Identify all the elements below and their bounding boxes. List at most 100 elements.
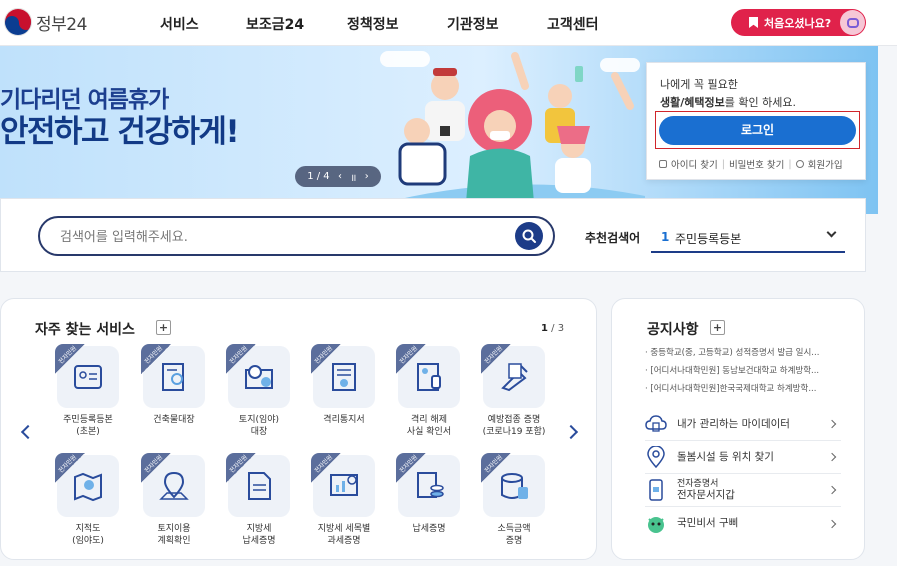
search-panel: 추천검색어 1 주민등록등본 [0,198,866,272]
chevron-right-icon [827,519,837,528]
mydata-cloud-icon [645,413,667,435]
service-label: 소득금액 증명 [497,524,531,546]
service-item[interactable]: 전자민원격리 해제 사실 확인서 [387,344,471,438]
notice-item[interactable]: 중등학교(중, 고등학교) 성적증명서 발급 일시... [645,346,841,358]
notice-item[interactable]: [어디서나대학민원]한국국제대학교 하계방학... [645,382,841,394]
frequent-services-more-button[interactable]: + [156,320,171,335]
recommend-dropdown[interactable]: 1 주민등록등본 [651,221,845,253]
service-item[interactable]: 전자민원지적도 (임야도) [46,453,130,547]
bookmark-icon [749,17,758,28]
search-icon [522,229,536,243]
service-item[interactable]: 전자민원지방세 납세증명 [217,453,301,547]
banner-pause-button[interactable]: ॥ [350,170,356,184]
service-label: 건축물대장 [153,415,195,425]
nav-item-subsidy24[interactable]: 보조금24 [246,14,304,34]
care-facility-link-label: 돌봄시설 등 위치 찾기 [677,450,774,463]
login-box: 나에게 꼭 필요한 생활/혜택정보를 확인 하세요. 로그인 아이디 찾기 | … [646,62,866,180]
login-links: 아이디 찾기 | 비밀번호 찾기 | 회원가입 [659,157,859,171]
mydata-link-label: 내가 관리하는 마이데이터 [677,417,790,430]
service-label: 지방세 납세증명 [242,524,276,546]
e-wallet-link[interactable]: 전자증명서 전자문서지갑 [645,474,841,507]
service-item[interactable]: 전자민원소득금액 증명 [472,453,556,547]
care-facility-link[interactable]: 돌봄시설 등 위치 찾기 [645,441,841,474]
service-item[interactable]: 전자민원건축물대장 [132,344,216,426]
summer-vacation-illustration-icon [345,52,645,214]
service-label: 지방세 세목별 과세증명 [317,524,371,546]
income-icon [501,473,528,499]
service-tile: 전자민원 [396,453,460,517]
recommend-value: 주민등록등본 [675,232,742,246]
building-doc-icon [162,363,184,391]
wallet-phone-icon [645,479,667,501]
find-password-link[interactable]: 비밀번호 찾기 [729,157,784,171]
frequent-services-panel: 자주 찾는 서비스 + 1 / 3 전자민원 주민등록등본 (초본) 전자민원 건축물… [0,298,597,560]
service-item[interactable]: 전자민원주민등록등본 (초본) [46,344,130,438]
nav-item-agency[interactable]: 기관정보 [447,14,499,34]
lock-icon [659,160,667,168]
service-tile: 전자민원 [226,453,290,517]
search-field[interactable] [38,216,555,256]
service-item[interactable]: 전자민원 납세증명 [387,453,471,535]
search-button[interactable] [515,222,543,250]
service-label: 지적도 (임야도) [72,524,104,546]
nav-item-policy[interactable]: 정책정보 [347,14,399,34]
gubbi-link-label: 국민비서 구삐 [677,517,739,529]
service-item[interactable]: 전자민원토지(임야) 대장 [217,344,301,438]
notice-item[interactable]: [어디서나대학민원] 동남보건대학교 하계방학... [645,364,841,376]
quarantine-notice-icon [332,363,356,391]
chevron-left-icon[interactable] [20,424,36,440]
frequent-services-page: 1 / 3 [541,323,565,334]
banner-prev-button[interactable]: ‹ [338,171,342,182]
service-tile: 전자민원 [55,344,119,408]
service-item[interactable]: 전자민원 토지이용 계획확인 [132,453,216,547]
find-id-link[interactable]: 아이디 찾기 [671,157,718,171]
service-tile: 전자민원 [141,453,205,517]
service-label: 예방접종 증명 (코로나19 포함) [482,415,546,437]
land-use-icon [159,471,189,500]
recommend-rank: 1 [661,230,670,244]
vaccine-icon [501,363,528,392]
land-map-icon [245,365,273,389]
notice-more-button[interactable]: + [710,320,725,335]
chevron-right-icon[interactable] [563,424,579,440]
login-button[interactable]: 로그인 [659,116,856,145]
chevron-down-icon [826,227,837,238]
service-tile: 전자민원 [311,344,375,408]
e-wallet-link-label: 전자증명서 전자문서지갑 [677,479,735,501]
banner-pager: 1 / 4 ‹ ॥ › [295,166,381,187]
mydata-link[interactable]: 내가 관리하는 마이데이터 [645,408,841,441]
service-item[interactable]: 전자민원예방접종 증명 (코로나19 포함) [472,344,556,438]
header: 정부24 서비스 보조금24 정책정보 기관정보 고객센터 처음오셨나요? [0,0,897,46]
chevron-right-icon [827,485,837,495]
notice-panel: 공지사항 + 중등학교(중, 고등학교) 성적증명서 발급 일시... [어디서… [611,298,865,560]
banner-next-button[interactable]: › [365,171,369,182]
local-tax-icon [248,472,271,500]
service-item[interactable]: 전자민원 지방세 세목별 과세증명 [302,453,386,547]
service-tile: 전자민원 [481,344,545,408]
service-tile: 전자민원 [55,453,119,517]
chatbot-icon [840,10,865,35]
service-tile: 전자민원 [396,344,460,408]
signup-link[interactable]: 회원가입 [808,157,843,171]
service-label: 토지(임야) 대장 [238,415,280,437]
frequent-services-title: 자주 찾는 서비스 [35,322,135,338]
chevron-right-icon [827,452,837,462]
recommend-label: 추천검색어 [585,231,641,245]
nav-item-customer-center[interactable]: 고객센터 [547,14,599,34]
first-visit-button[interactable]: 처음오셨나요? [731,9,866,36]
service-tile: 전자민원 [226,344,290,408]
service-label: 주민등록등본 (초본) [63,415,113,437]
service-label: 격리통지서 [323,415,365,425]
person-icon [795,160,804,168]
service-label: 격리 해제 사실 확인서 [406,415,452,437]
search-input[interactable] [60,227,480,247]
service-tile: 전자민원 [141,344,205,408]
tax-payment-icon [417,472,444,498]
service-tile: 전자민원 [481,453,545,517]
banner-pager-count: 1 / 4 [307,171,330,182]
gubbi-link[interactable]: 국민비서 구삐 [645,507,841,540]
nav-item-services[interactable]: 서비스 [160,14,199,34]
banner-headline-2: 안전하고 건강하게! [0,114,240,150]
login-message-line2: 생활/혜택정보를 확인 하세요. [660,96,796,109]
service-item[interactable]: 전자민원격리통지서 [302,344,386,426]
